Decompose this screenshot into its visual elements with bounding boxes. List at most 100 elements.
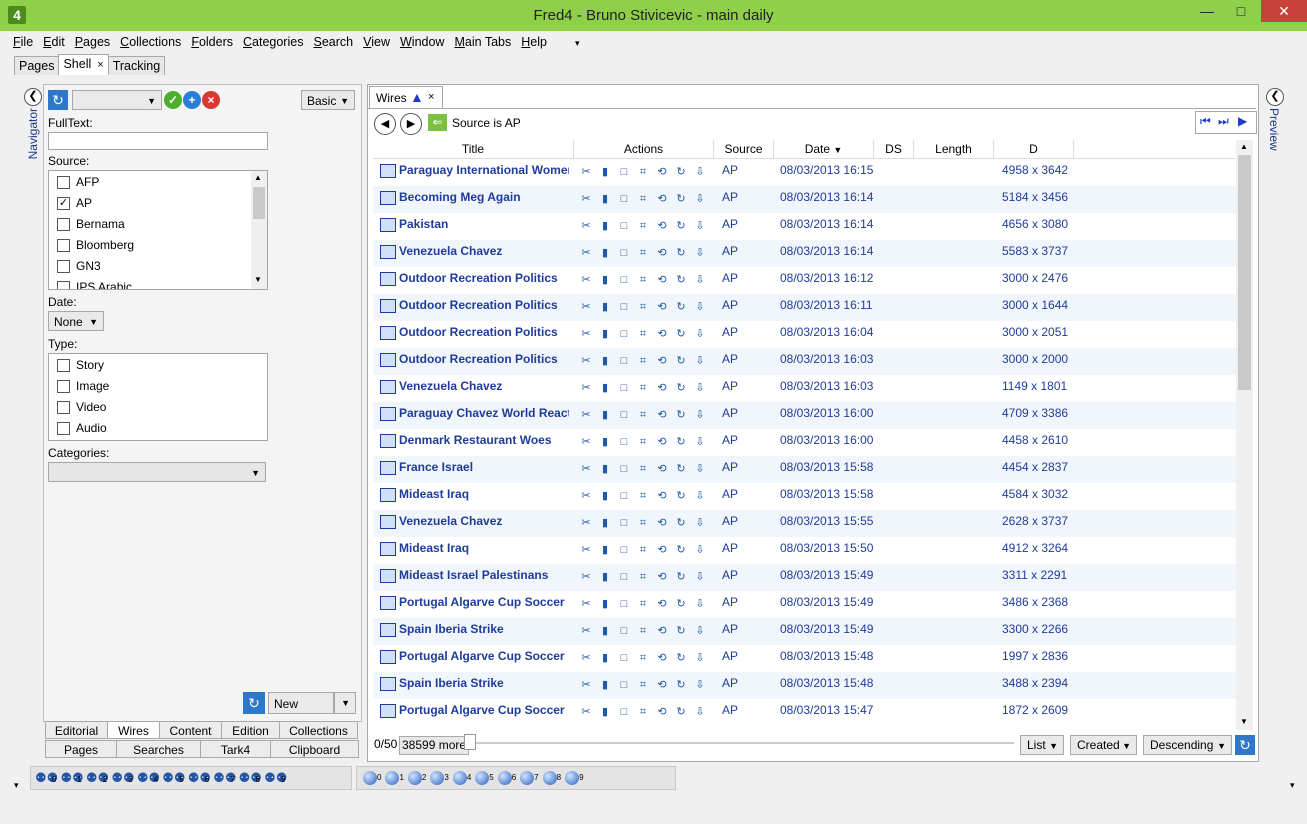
edit-icon[interactable]: ✂ bbox=[579, 679, 593, 692]
binocular-slot[interactable]: ⚉⚉7 bbox=[213, 770, 236, 785]
page-icon[interactable]: □ bbox=[617, 571, 631, 584]
rotate-left-icon[interactable]: ⟲ bbox=[655, 706, 669, 719]
flag-icon[interactable]: ▮ bbox=[598, 409, 612, 422]
page-icon[interactable]: □ bbox=[617, 355, 631, 368]
globe-slot[interactable]: 0 bbox=[363, 771, 381, 785]
page-icon[interactable]: □ bbox=[617, 598, 631, 611]
table-row[interactable]: Pakistan ✂ ▮ □ ⌗ ⟲ ↻ ⇩ AP 08/03/2013 16:14 4656 x … bbox=[373, 213, 1236, 240]
flag-icon[interactable]: ▮ bbox=[598, 382, 612, 395]
table-row[interactable]: Venezuela Chavez ✂ ▮ □ ⌗ ⟲ ↻ ⇩ AP 08/03/2013 16:1… bbox=[373, 240, 1236, 267]
page-icon[interactable]: □ bbox=[617, 301, 631, 314]
flag-icon[interactable]: ▮ bbox=[598, 517, 612, 530]
rotate-left-icon[interactable]: ⟲ bbox=[655, 490, 669, 503]
row-title[interactable]: Mideast Israel Palestinans bbox=[399, 568, 569, 582]
rotate-right-icon[interactable]: ↻ bbox=[674, 598, 688, 611]
globe-slot[interactable]: 7 bbox=[520, 771, 539, 785]
check-icon[interactable]: ✓ bbox=[164, 91, 182, 109]
crop-icon[interactable]: ⌗ bbox=[636, 625, 650, 638]
table-row[interactable]: Portugal Algarve Cup Soccer ✂ ▮ □ ⌗ ⟲ ↻ ⇩ AP 08/0… bbox=[373, 591, 1236, 618]
row-title[interactable]: Paraguay International Women bbox=[399, 163, 569, 177]
page-icon[interactable]: □ bbox=[617, 463, 631, 476]
table-row[interactable]: Spain Iberia Strike ✂ ▮ □ ⌗ ⟲ ↻ ⇩ AP 08/03/2013 1… bbox=[373, 618, 1236, 645]
rotate-right-icon[interactable]: ↻ bbox=[674, 490, 688, 503]
crop-icon[interactable]: ⌗ bbox=[636, 652, 650, 665]
crop-icon[interactable]: ⌗ bbox=[636, 382, 650, 395]
download-icon[interactable]: ⇩ bbox=[693, 490, 707, 503]
rotate-right-icon[interactable]: ↻ bbox=[674, 247, 688, 260]
edit-icon[interactable]: ✂ bbox=[579, 544, 593, 557]
rotate-left-icon[interactable]: ⟲ bbox=[655, 598, 669, 611]
download-icon[interactable]: ⇩ bbox=[693, 571, 707, 584]
flag-icon[interactable]: ▮ bbox=[598, 544, 612, 557]
row-title[interactable]: Pakistan bbox=[399, 217, 569, 231]
row-title[interactable]: Denmark Restaurant Woes bbox=[399, 433, 569, 447]
wires-tab-close[interactable]: × bbox=[428, 91, 434, 103]
rotate-right-icon[interactable]: ↻ bbox=[674, 571, 688, 584]
crop-icon[interactable]: ⌗ bbox=[636, 355, 650, 368]
globe-slot[interactable]: 8 bbox=[542, 771, 561, 785]
main-tab-shell[interactable]: Shell × bbox=[58, 54, 109, 75]
crop-icon[interactable]: ⌗ bbox=[636, 274, 650, 287]
checkbox[interactable] bbox=[57, 281, 70, 289]
row-title[interactable]: Portugal Algarve Cup Soccer bbox=[399, 649, 569, 663]
col-date[interactable]: Date ▼ bbox=[774, 140, 874, 158]
rotate-right-icon[interactable]: ↻ bbox=[674, 193, 688, 206]
flag-icon[interactable]: ▮ bbox=[598, 247, 612, 260]
edit-icon[interactable]: ✂ bbox=[579, 166, 593, 179]
edit-icon[interactable]: ✂ bbox=[579, 463, 593, 476]
table-row[interactable]: Outdoor Recreation Politics ✂ ▮ □ ⌗ ⟲ ↻ ⇩ AP 08/0… bbox=[373, 294, 1236, 321]
back-button[interactable]: ◀ bbox=[374, 113, 396, 135]
list-scroll-down-icon[interactable]: ▼ bbox=[1240, 717, 1248, 726]
download-icon[interactable]: ⇩ bbox=[693, 328, 707, 341]
col-ds[interactable]: DS bbox=[874, 140, 914, 158]
menu-overflow-icon[interactable]: ▾ bbox=[575, 38, 580, 49]
rotate-left-icon[interactable]: ⟲ bbox=[655, 409, 669, 422]
rotate-right-icon[interactable]: ↻ bbox=[674, 544, 688, 557]
row-title[interactable]: Outdoor Recreation Politics bbox=[399, 298, 569, 312]
crop-icon[interactable]: ⌗ bbox=[636, 706, 650, 719]
source-item[interactable]: ✓ AP bbox=[49, 193, 267, 214]
edit-icon[interactable]: ✂ bbox=[579, 301, 593, 314]
binocular-slot[interactable]: ⚉⚉9 bbox=[264, 770, 287, 785]
rotate-right-icon[interactable]: ↻ bbox=[674, 166, 688, 179]
edit-icon[interactable]: ✂ bbox=[579, 274, 593, 287]
page-icon[interactable]: □ bbox=[617, 652, 631, 665]
maximize-button[interactable]: □ bbox=[1226, 0, 1256, 22]
flag-icon[interactable]: ▮ bbox=[598, 220, 612, 233]
download-icon[interactable]: ⇩ bbox=[693, 166, 707, 179]
table-row[interactable]: Spain Iberia Strike ✂ ▮ □ ⌗ ⟲ ↻ ⇩ AP 08/03/2013 1… bbox=[373, 672, 1236, 699]
date-select[interactable]: None ▼ bbox=[48, 311, 104, 331]
globe-slot[interactable]: 4 bbox=[452, 771, 471, 785]
rotate-left-icon[interactable]: ⟲ bbox=[655, 328, 669, 341]
page-icon[interactable]: □ bbox=[617, 436, 631, 449]
table-row[interactable]: Paraguay International Women ✂ ▮ □ ⌗ ⟲ ↻ ⇩ AP 08/… bbox=[373, 159, 1236, 186]
source-item[interactable]: AFP bbox=[49, 172, 267, 193]
edit-icon[interactable]: ✂ bbox=[579, 247, 593, 260]
menu-edit[interactable]: Edit bbox=[38, 31, 70, 53]
flag-icon[interactable]: ▮ bbox=[598, 355, 612, 368]
table-row[interactable]: Denmark Restaurant Woes ✂ ▮ □ ⌗ ⟲ ↻ ⇩ AP 08/03/20… bbox=[373, 429, 1236, 456]
crop-icon[interactable]: ⌗ bbox=[636, 571, 650, 584]
binocular-slot[interactable]: ⚉⚉6 bbox=[188, 770, 211, 785]
flag-icon[interactable]: ▮ bbox=[598, 463, 612, 476]
type-item[interactable]: Audio bbox=[49, 418, 267, 439]
col-source[interactable]: Source bbox=[714, 140, 774, 158]
edit-icon[interactable]: ✂ bbox=[579, 436, 593, 449]
crop-icon[interactable]: ⌗ bbox=[636, 301, 650, 314]
navigator-collapse-button[interactable]: ❮ bbox=[24, 88, 42, 106]
edit-icon[interactable]: ✂ bbox=[579, 625, 593, 638]
table-row[interactable]: Outdoor Recreation Politics ✂ ▮ □ ⌗ ⟲ ↻ ⇩ AP 08/0… bbox=[373, 321, 1236, 348]
binocular-slot[interactable]: ⚉⚉8 bbox=[239, 770, 262, 785]
left-tab-tark4[interactable]: Tark4 bbox=[200, 740, 271, 758]
load-slider-track[interactable] bbox=[476, 742, 1014, 744]
rotate-left-icon[interactable]: ⟲ bbox=[655, 301, 669, 314]
edit-icon[interactable]: ✂ bbox=[579, 598, 593, 611]
last-page-icon[interactable]: ⏭ bbox=[1218, 114, 1229, 129]
row-title[interactable]: Mideast Iraq bbox=[399, 541, 569, 555]
crop-icon[interactable]: ⌗ bbox=[636, 436, 650, 449]
menu-main-tabs[interactable]: Main Tabs bbox=[449, 31, 516, 53]
minimize-button[interactable]: — bbox=[1192, 0, 1222, 22]
flag-icon[interactable]: ▮ bbox=[598, 274, 612, 287]
preview-label[interactable]: Preview bbox=[1267, 108, 1281, 151]
more-button[interactable]: 38599 more bbox=[399, 736, 470, 755]
